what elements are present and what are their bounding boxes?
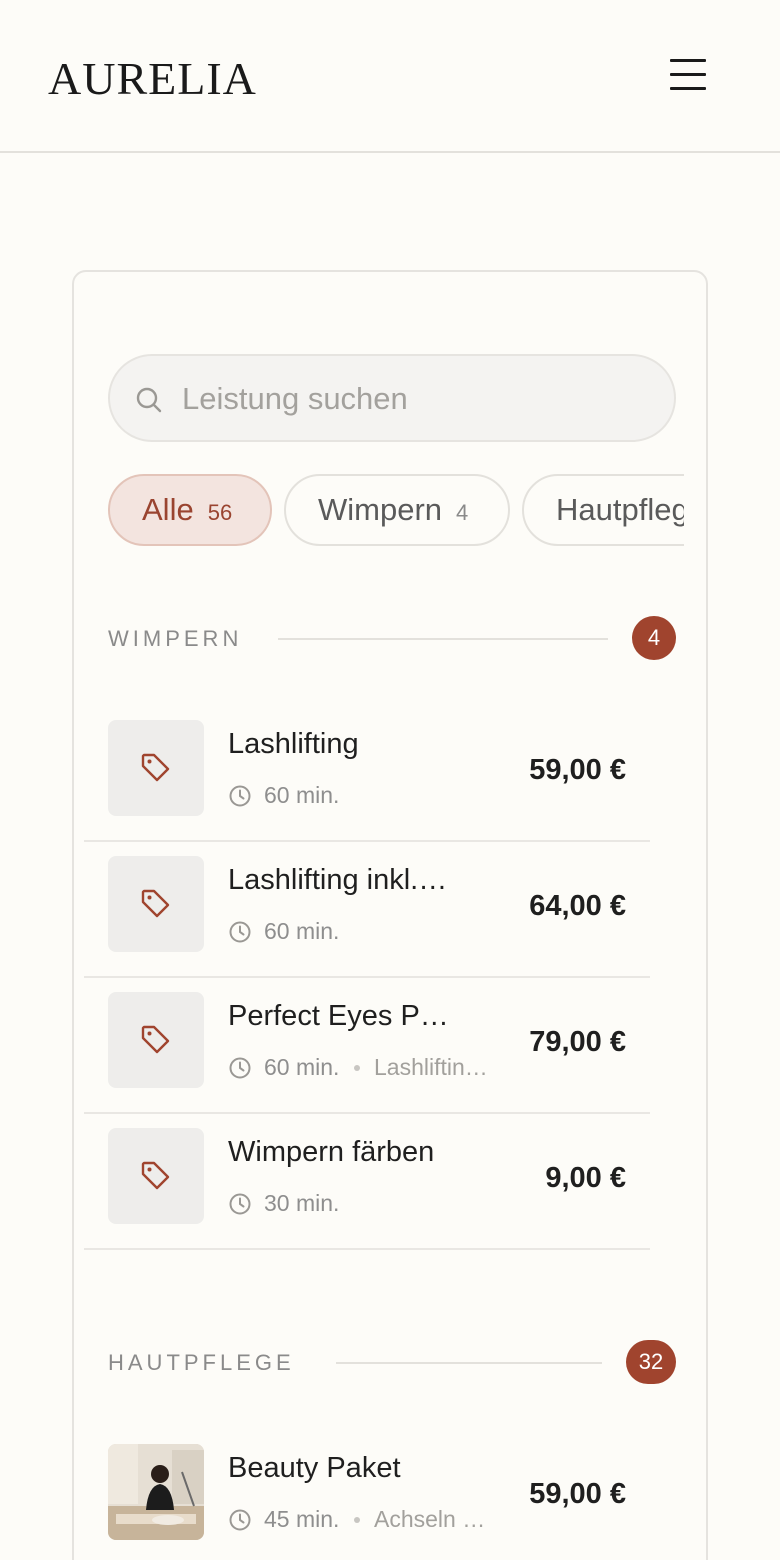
category-chips: Alle 56 Wimpern 4 Hautpfleg: [108, 474, 684, 546]
service-duration: 60 min.: [264, 782, 340, 808]
search-box[interactable]: [108, 354, 676, 442]
service-duration: 60 min.: [264, 918, 340, 944]
tag-icon: [141, 889, 170, 918]
service-price: 79,00 €: [529, 1026, 626, 1058]
tag-icon: [141, 1161, 170, 1190]
chip-label: Alle: [142, 492, 194, 527]
services-card: Alle 56 Wimpern 4 Hautpfleg WIMPERN 4 Lash…: [72, 270, 708, 1560]
service-duration: 60 min.: [264, 1054, 340, 1080]
section-title: WIMPERN: [108, 626, 243, 651]
chip-label: Wimpern: [318, 492, 443, 527]
service-name: Perfect Eyes P…: [228, 1000, 449, 1032]
hamburger-icon: [670, 59, 706, 62]
clock-icon: [229, 1193, 251, 1215]
service-row[interactable]: Beauty Paket 45 min. Achseln … 59,00 €: [84, 1430, 650, 1560]
search-input[interactable]: [182, 376, 652, 422]
service-row[interactable]: Wimpern färben 30 min. 9,00 €: [84, 1114, 650, 1250]
service-name: Lashlifting inkl.…: [228, 864, 448, 896]
chip-alle[interactable]: Alle 56: [108, 474, 272, 546]
service-duration: 45 min.: [264, 1506, 340, 1532]
chip-wimpern[interactable]: Wimpern 4: [284, 474, 510, 546]
service-thumbnail: [108, 1128, 204, 1224]
search-icon: [136, 387, 162, 413]
service-price: 64,00 €: [529, 890, 626, 922]
service-row[interactable]: Lashlifting 60 min. 59,00 €: [84, 706, 650, 842]
chip-hautpflege[interactable]: Hautpfleg: [522, 474, 684, 546]
service-extra: Lashliftin…: [374, 1054, 488, 1080]
clock-icon: [229, 785, 251, 807]
service-extra: Achseln …: [374, 1506, 486, 1532]
service-name: Lashlifting: [228, 728, 359, 760]
brand-logo[interactable]: AURELIA: [48, 52, 257, 106]
chip-label: Hautpfleg: [556, 492, 684, 527]
app-header: AURELIA: [0, 0, 780, 153]
tag-icon: [141, 1025, 170, 1054]
clock-icon: [229, 921, 251, 943]
section-title: HAUTPFLEGE: [108, 1350, 295, 1375]
section-header-hautpflege: HAUTPFLEGE 32: [108, 1340, 676, 1386]
tag-icon: [141, 753, 170, 782]
meta-separator: [354, 1517, 360, 1523]
service-row[interactable]: Perfect Eyes P… 60 min. Lashliftin… 79,0…: [84, 978, 650, 1114]
service-photo: [108, 1444, 204, 1540]
service-thumbnail: [108, 992, 204, 1088]
service-row[interactable]: Lashlifting inkl.… 60 min. 64,00 €: [84, 842, 650, 978]
meta-separator: [354, 1065, 360, 1071]
section-header-wimpern: WIMPERN 4: [108, 616, 676, 662]
beauty-photo-image: [108, 1444, 204, 1540]
service-duration: 30 min.: [264, 1190, 340, 1216]
service-thumbnail: [108, 856, 204, 952]
chip-count: 56: [207, 500, 233, 525]
clock-icon: [229, 1509, 251, 1531]
menu-button[interactable]: [668, 57, 708, 97]
section-divider: [278, 638, 608, 640]
service-price: 59,00 €: [529, 1478, 626, 1510]
service-name: Beauty Paket: [228, 1452, 401, 1484]
chip-count: 4: [456, 500, 469, 525]
service-name: Wimpern färben: [228, 1136, 435, 1168]
section-count-badge: 32: [626, 1340, 676, 1384]
service-price: 59,00 €: [529, 754, 626, 786]
section-count-badge: 4: [632, 616, 676, 660]
clock-icon: [229, 1057, 251, 1079]
section-divider: [336, 1362, 602, 1364]
service-thumbnail: [108, 720, 204, 816]
service-price: 9,00 €: [545, 1162, 626, 1194]
